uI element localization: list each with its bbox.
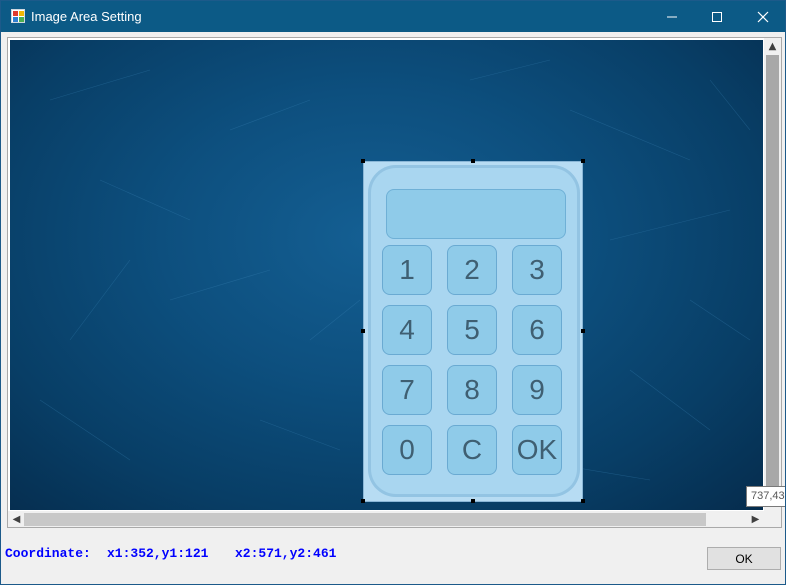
key-9: 9 [512,365,562,415]
key-5: 5 [447,305,497,355]
resize-handle-left[interactable] [361,329,365,333]
coordinate-point1: x1:352,y1:121 [107,546,209,561]
key-6: 6 [512,305,562,355]
scroll-right-button[interactable]: ▶ [747,511,764,527]
key-2: 2 [447,245,497,295]
key-ok: OK [512,425,562,475]
resize-handle-right[interactable] [581,329,585,333]
window-title: Image Area Setting [31,9,142,24]
ok-button[interactable]: OK [707,547,781,570]
minimize-button[interactable] [649,1,695,32]
key-0: 0 [382,425,432,475]
resize-handle-top-left[interactable] [361,159,365,163]
key-c: C [447,425,497,475]
resize-handle-bottom-right[interactable] [581,499,585,503]
scroll-left-button[interactable]: ◀ [8,511,25,527]
resize-handle-bottom[interactable] [471,499,475,503]
minimize-icon [667,16,677,17]
close-button[interactable] [740,1,785,32]
selection-rectangle[interactable]: 1 2 3 4 5 6 7 8 9 0 C OK [361,159,585,503]
image-area-setting-window: Image Area Setting 1 2 3 4 5 6 7 8 9 0 C… [0,0,786,585]
horizontal-scroll-thumb[interactable] [24,513,706,526]
title-bar[interactable]: Image Area Setting [1,1,785,32]
key-4: 4 [382,305,432,355]
calculator-display [386,189,566,239]
maximize-icon [712,11,722,22]
coordinate-label: Coordinate: [5,546,91,561]
scrollbar-corner [764,511,781,527]
vertical-scrollbar[interactable]: ▲ ▼ [764,38,781,511]
close-icon [757,11,769,22]
horizontal-scrollbar[interactable]: ◀ ▶ [8,511,764,527]
key-7: 7 [382,365,432,415]
maximize-button[interactable] [694,1,740,32]
scroll-up-button[interactable]: ▲ [764,38,781,55]
calculator-image: 1 2 3 4 5 6 7 8 9 0 C OK [368,165,580,497]
resize-handle-top[interactable] [471,159,475,163]
vertical-scroll-thumb[interactable] [766,55,779,489]
key-3: 3 [512,245,562,295]
resize-handle-bottom-left[interactable] [361,499,365,503]
key-8: 8 [447,365,497,415]
image-canvas[interactable]: 1 2 3 4 5 6 7 8 9 0 C OK [10,40,763,510]
app-icon [11,9,25,23]
image-viewport[interactable]: 1 2 3 4 5 6 7 8 9 0 C OK ▲ ◀ ▶ [7,37,782,528]
key-1: 1 [382,245,432,295]
resize-handle-top-right[interactable] [581,159,585,163]
cursor-coordinate-tooltip: 737,436 [746,486,785,507]
coordinate-point2: x2:571,y2:461 [235,546,337,561]
